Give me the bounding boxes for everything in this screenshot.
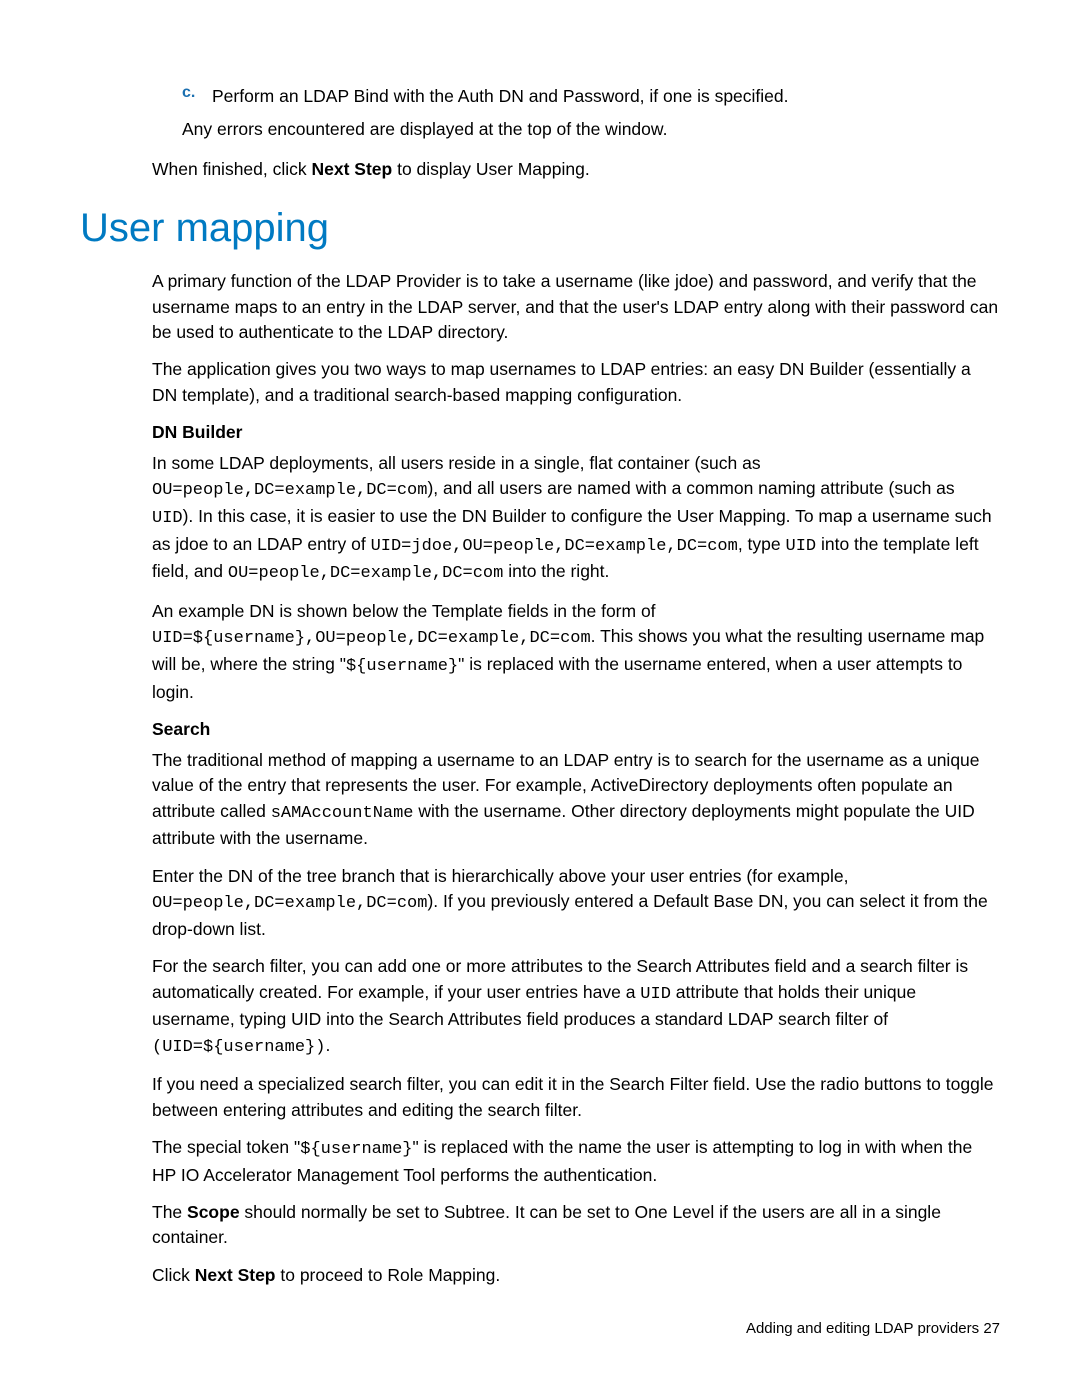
dn1-a: In some LDAP deployments, all users resi… — [152, 453, 761, 473]
dn-builder-heading: DN Builder — [152, 422, 1000, 443]
s5-a: The special token " — [152, 1137, 300, 1157]
finished-suffix: to display User Mapping. — [392, 159, 589, 179]
finished-bold: Next Step — [312, 159, 393, 179]
s7-a: Click — [152, 1265, 195, 1285]
dn-builder-p1: In some LDAP deployments, all users resi… — [152, 451, 1000, 587]
dn1-code4: UID — [786, 537, 817, 556]
search-p3: For the search filter, you can add one o… — [152, 954, 1000, 1060]
list-item-c: c. Perform an LDAP Bind with the Auth DN… — [182, 84, 1000, 109]
finished-line: When finished, click Next Step to displa… — [152, 157, 1000, 182]
errors-note: Any errors encountered are displayed at … — [182, 117, 1000, 142]
dn2-a: An example DN is shown below the Templat… — [152, 601, 656, 621]
page-footer: Adding and editing LDAP providers 27 — [746, 1320, 1000, 1337]
search-p5: The special token "${username}" is repla… — [152, 1135, 1000, 1188]
dn1-code3: UID=jdoe,OU=people,DC=example,DC=com — [371, 537, 738, 556]
s3-code1: UID — [640, 985, 671, 1004]
intro-p1: A primary function of the LDAP Provider … — [152, 269, 1000, 345]
search-p7: Click Next Step to proceed to Role Mappi… — [152, 1263, 1000, 1288]
list-text-c: Perform an LDAP Bind with the Auth DN an… — [212, 84, 789, 109]
search-p1: The traditional method of mapping a user… — [152, 748, 1000, 852]
dn2-code2: ${username} — [346, 657, 458, 676]
s3-code2: (UID=${username}) — [152, 1038, 325, 1057]
list-marker-c: c. — [182, 84, 212, 109]
finished-prefix: When finished, click — [152, 159, 312, 179]
s2-code1: OU=people,DC=example,DC=com — [152, 894, 427, 913]
dn1-f: into the right. — [503, 561, 609, 581]
s7-b: to proceed to Role Mapping. — [276, 1265, 501, 1285]
s7-bold: Next Step — [195, 1265, 276, 1285]
dn1-b: ), and all users are named with a common… — [427, 478, 954, 498]
s2-a: Enter the DN of the tree branch that is … — [152, 866, 848, 886]
s6-a: The — [152, 1202, 187, 1222]
search-heading: Search — [152, 719, 1000, 740]
dn1-code5: OU=people,DC=example,DC=com — [228, 564, 503, 583]
s6-bold: Scope — [187, 1202, 240, 1222]
content-column: c. Perform an LDAP Bind with the Auth DN… — [152, 84, 1000, 1288]
dn2-code1: UID=${username},OU=people,DC=example,DC=… — [152, 629, 591, 648]
page: c. Perform an LDAP Bind with the Auth DN… — [0, 0, 1080, 1397]
dn1-code2: UID — [152, 509, 183, 528]
intro-p2: The application gives you two ways to ma… — [152, 357, 1000, 408]
dn1-code1: OU=people,DC=example,DC=com — [152, 481, 427, 500]
s1-code1: sAMAccountName — [271, 804, 414, 823]
heading-user-mapping: User mapping — [80, 206, 1000, 251]
s5-code1: ${username} — [300, 1140, 412, 1159]
search-p6: The Scope should normally be set to Subt… — [152, 1200, 1000, 1251]
s3-c: . — [325, 1035, 330, 1055]
dn-builder-p2: An example DN is shown below the Templat… — [152, 599, 1000, 705]
s6-b: should normally be set to Subtree. It ca… — [152, 1202, 941, 1247]
dn1-d: , type — [738, 534, 786, 554]
search-p2: Enter the DN of the tree branch that is … — [152, 864, 1000, 942]
search-p4: If you need a specialized search filter,… — [152, 1072, 1000, 1123]
